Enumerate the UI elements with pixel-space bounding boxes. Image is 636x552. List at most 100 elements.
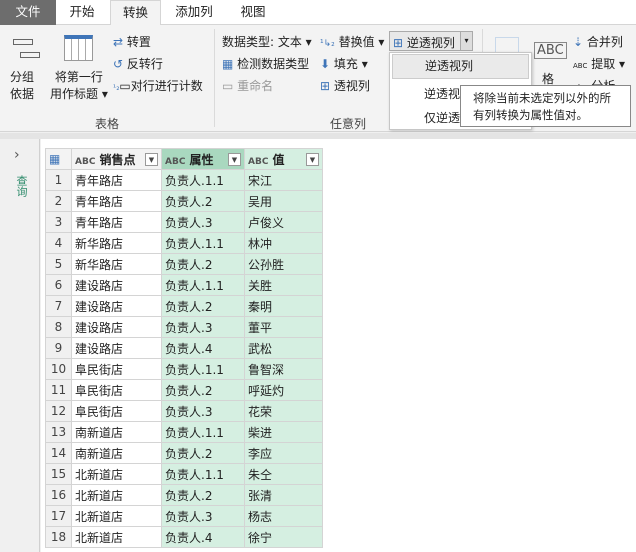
row-number[interactable]: 17 [45, 505, 72, 527]
table-cell[interactable]: 负责人.1.1 [161, 169, 245, 191]
table-cell[interactable]: 新华路店 [71, 232, 162, 254]
menu-item-unpivot-other[interactable]: 逆透视 [424, 85, 460, 102]
table-cell[interactable]: 卢俊义 [244, 211, 323, 233]
table-cell[interactable]: 青年路店 [71, 190, 162, 212]
count-rows-button[interactable]: ¹₂▭对行进行计数 [113, 77, 203, 94]
table-cell[interactable]: 鲁智深 [244, 358, 323, 380]
transpose-button[interactable]: ⇄ 转置 [113, 33, 151, 50]
table-cell[interactable]: 负责人.3 [161, 400, 245, 422]
row-number[interactable]: 18 [45, 526, 72, 548]
table-cell[interactable]: 新华路店 [71, 253, 162, 275]
row-number[interactable]: 12 [45, 400, 72, 422]
table-cell[interactable]: 建设路店 [71, 337, 162, 359]
extract-button[interactable]: ABC 提取 ▾ [573, 55, 625, 72]
chevron-right-icon[interactable]: › [14, 147, 20, 163]
filter-dropdown[interactable]: ▼ [306, 152, 319, 166]
menu-item-unpivot[interactable]: 逆透视列 [392, 54, 529, 79]
table-cell[interactable]: 青年路店 [71, 211, 162, 233]
rename-button[interactable]: ▭ 重命名 [222, 77, 273, 94]
row-number[interactable]: 4 [45, 232, 72, 254]
table-cell[interactable]: 负责人.1.1 [161, 232, 245, 254]
table-cell[interactable]: 负责人.1.1 [161, 463, 245, 485]
row-number[interactable]: 7 [45, 295, 72, 317]
detect-type-button[interactable]: ▦ 检测数据类型 [222, 55, 309, 72]
tab-file[interactable]: 文件 [0, 0, 56, 25]
chevron-down-icon[interactable]: ▾ [460, 32, 472, 50]
table-cell[interactable]: 北新道店 [71, 484, 162, 506]
row-number[interactable]: 3 [45, 211, 72, 233]
pivot-button[interactable]: ⊞ 透视列 [320, 77, 370, 94]
table-cell[interactable]: 阜民街店 [71, 400, 162, 422]
table-cell[interactable]: 董平 [244, 316, 323, 338]
table-cell[interactable]: 武松 [244, 337, 323, 359]
filter-dropdown[interactable]: ▼ [145, 152, 158, 166]
fill-button[interactable]: ⬇ 填充 ▾ [320, 55, 368, 72]
table-cell[interactable]: 建设路店 [71, 316, 162, 338]
table-cell[interactable]: 建设路店 [71, 295, 162, 317]
table-cell[interactable]: 负责人.4 [161, 526, 245, 548]
table-cell[interactable]: 负责人.3 [161, 505, 245, 527]
table-cell[interactable]: 负责人.1.1 [161, 421, 245, 443]
data-type-dropdown[interactable]: 数据类型: 文本 ▾ [222, 33, 312, 50]
table-cell[interactable]: 秦明 [244, 295, 323, 317]
table-cell[interactable]: 宋江 [244, 169, 323, 191]
row-number[interactable]: 2 [45, 190, 72, 212]
table-cell[interactable]: 负责人.1.1 [161, 274, 245, 296]
use-first-row-button[interactable]: 将第一行 用作标题 ▾ [50, 69, 108, 103]
table-cell[interactable]: 负责人.2 [161, 442, 245, 464]
table-cell[interactable]: 阜民街店 [71, 358, 162, 380]
table-cell[interactable]: 负责人.2 [161, 190, 245, 212]
table-cell[interactable]: 青年路店 [71, 169, 162, 191]
queries-label[interactable]: 查询 [13, 175, 29, 197]
table-cell[interactable]: 负责人.3 [161, 316, 245, 338]
table-menu-icon[interactable]: ▦ [45, 148, 72, 170]
column-header-store[interactable]: ABC 销售点 ▼ [71, 148, 162, 170]
table-cell[interactable]: 负责人.2 [161, 379, 245, 401]
merge-columns-button[interactable]: ⇣ 合并列 [573, 33, 623, 50]
tab-add-column[interactable]: 添加列 [162, 0, 226, 25]
table-cell[interactable]: 负责人.4 [161, 337, 245, 359]
row-number[interactable]: 5 [45, 253, 72, 275]
row-number[interactable]: 11 [45, 379, 72, 401]
menu-item-unpivot-only[interactable]: 仅逆透 [424, 109, 460, 126]
row-number[interactable]: 15 [45, 463, 72, 485]
group-by-button[interactable]: 分组 依据 [10, 69, 34, 103]
table-cell[interactable]: 徐宁 [244, 526, 323, 548]
table-cell[interactable]: 朱仝 [244, 463, 323, 485]
table-cell[interactable]: 林冲 [244, 232, 323, 254]
column-header-value[interactable]: ABC 值 ▼ [244, 148, 323, 170]
tab-view[interactable]: 视图 [226, 0, 280, 25]
table-cell[interactable]: 柴进 [244, 421, 323, 443]
row-number[interactable]: 13 [45, 421, 72, 443]
tab-home[interactable]: 开始 [56, 0, 108, 25]
table-cell[interactable]: 吴用 [244, 190, 323, 212]
tab-transform[interactable]: 转换 [110, 0, 161, 26]
row-number[interactable]: 14 [45, 442, 72, 464]
table-cell[interactable]: 关胜 [244, 274, 323, 296]
table-cell[interactable]: 负责人.2 [161, 484, 245, 506]
table-cell[interactable]: 负责人.2 [161, 295, 245, 317]
table-cell[interactable]: 南新道店 [71, 421, 162, 443]
unpivot-split-button[interactable]: ⊞ 逆透视列 ▾ [389, 31, 473, 51]
table-cell[interactable]: 杨志 [244, 505, 323, 527]
row-number[interactable]: 16 [45, 484, 72, 506]
table-cell[interactable]: 北新道店 [71, 505, 162, 527]
table-cell[interactable]: 建设路店 [71, 274, 162, 296]
reverse-rows-button[interactable]: ↺ 反转行 [113, 55, 163, 72]
filter-dropdown[interactable]: ▼ [228, 152, 241, 166]
row-number[interactable]: 9 [45, 337, 72, 359]
table-cell[interactable]: 负责人.2 [161, 253, 245, 275]
table-cell[interactable]: 李应 [244, 442, 323, 464]
table-cell[interactable]: 呼延灼 [244, 379, 323, 401]
table-cell[interactable]: 花荣 [244, 400, 323, 422]
table-cell[interactable]: 阜民街店 [71, 379, 162, 401]
row-number[interactable]: 8 [45, 316, 72, 338]
table-cell[interactable]: 张清 [244, 484, 323, 506]
table-cell[interactable]: 负责人.1.1 [161, 358, 245, 380]
table-cell[interactable]: 负责人.3 [161, 211, 245, 233]
table-cell[interactable]: 南新道店 [71, 442, 162, 464]
table-cell[interactable]: 公孙胜 [244, 253, 323, 275]
row-number[interactable]: 6 [45, 274, 72, 296]
table-cell[interactable]: 北新道店 [71, 526, 162, 548]
table-cell[interactable]: 北新道店 [71, 463, 162, 485]
